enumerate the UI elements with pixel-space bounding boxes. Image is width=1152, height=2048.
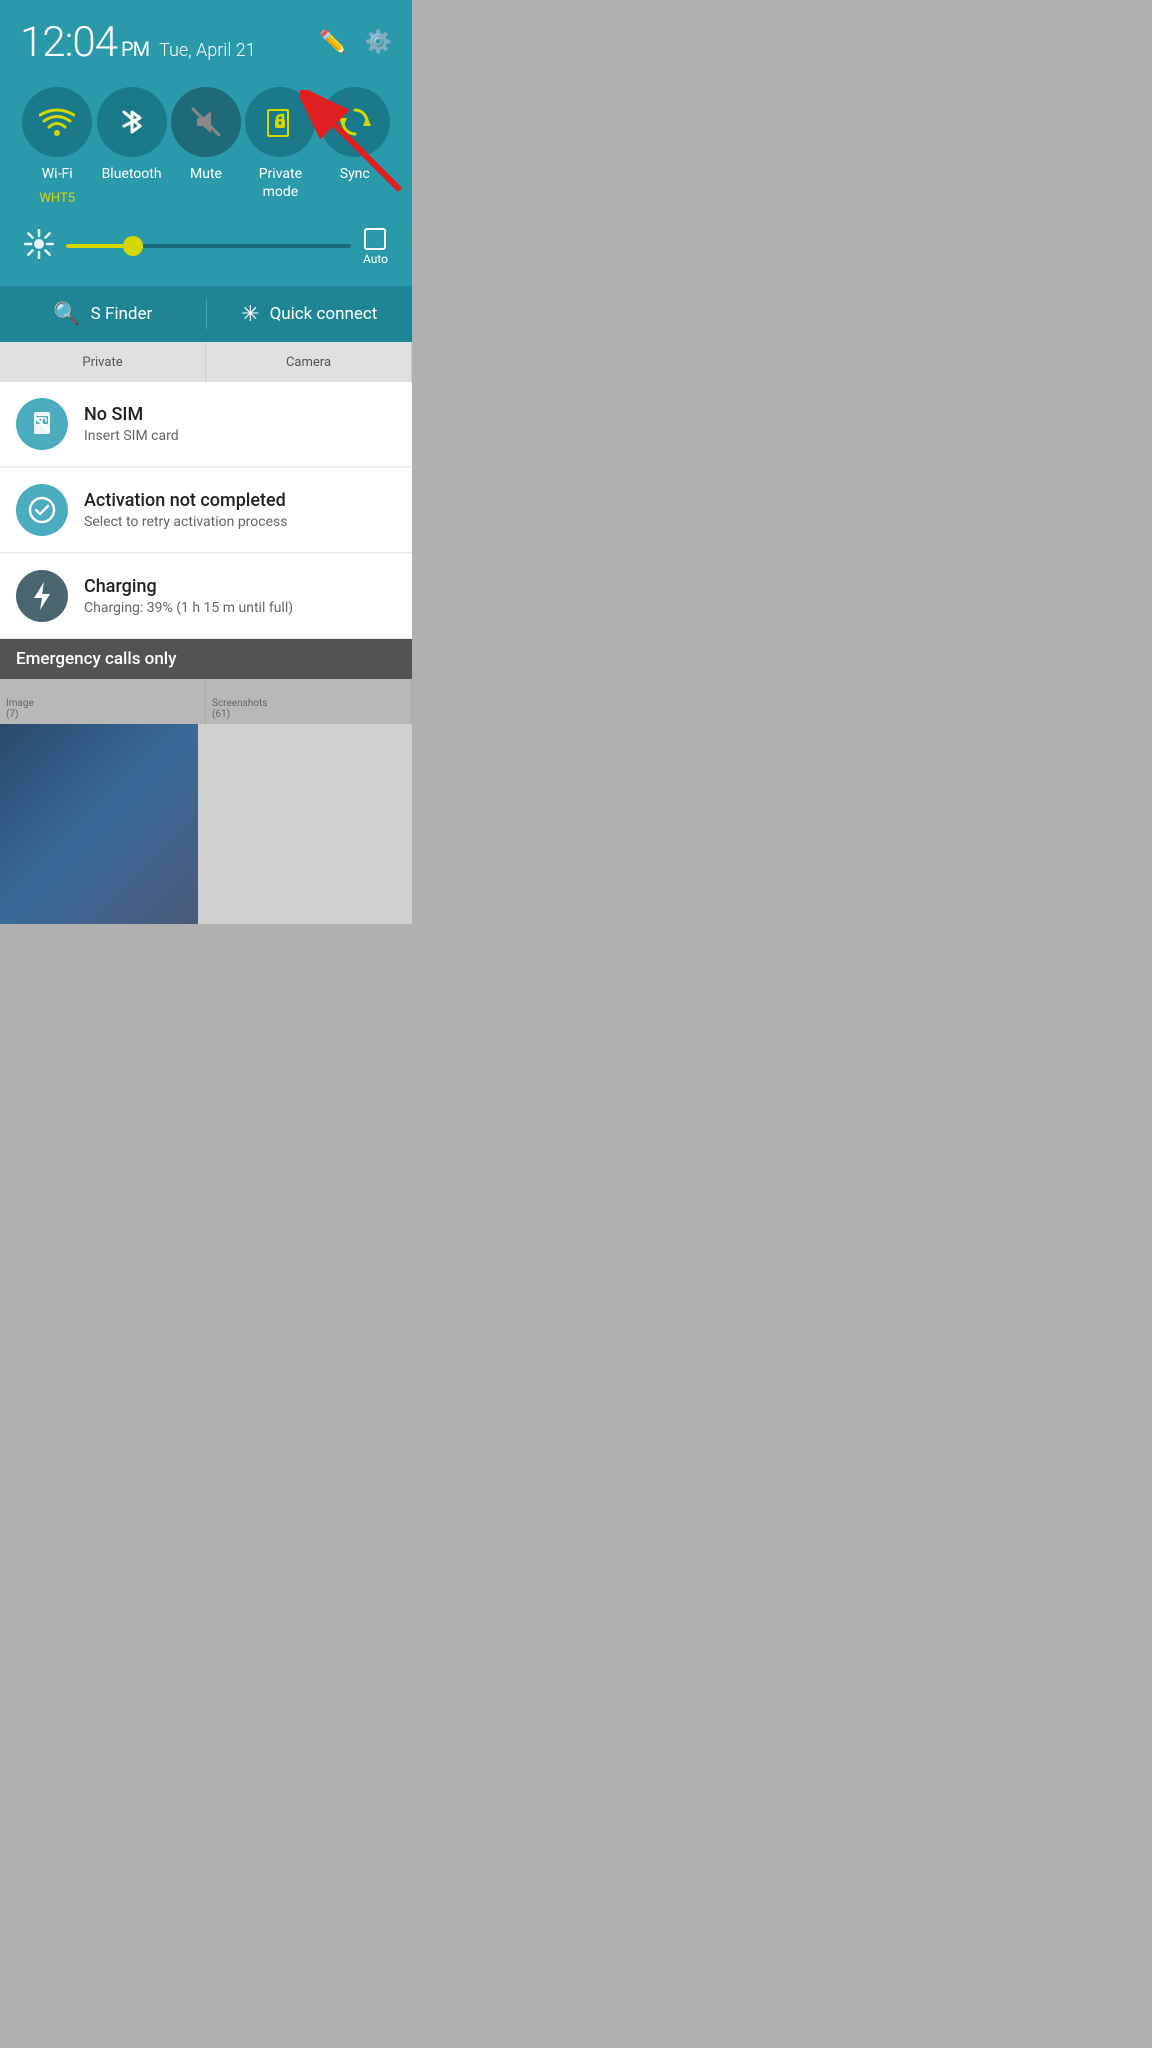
brightness-fill bbox=[66, 244, 129, 248]
gallery-thumbnail[interactable] bbox=[0, 724, 198, 924]
toggle-item-wifi: Wi-Fi WHT5 bbox=[22, 87, 92, 206]
brightness-icon bbox=[24, 229, 54, 266]
toggle-item-mute: Mute bbox=[171, 87, 241, 206]
wifi-toggle-button[interactable] bbox=[22, 87, 92, 157]
brightness-slider[interactable] bbox=[66, 244, 351, 250]
activation-text: Activation not completed Select to retry… bbox=[84, 490, 396, 530]
charging-title: Charging bbox=[84, 576, 396, 597]
quick-toggles: Wi-Fi WHT5 Bluetooth Mute bbox=[20, 87, 392, 206]
check-circle-icon bbox=[27, 495, 57, 525]
emergency-bar: Emergency calls only bbox=[0, 639, 412, 679]
activation-subtitle: Select to retry activation process bbox=[84, 514, 396, 530]
activation-title: Activation not completed bbox=[84, 490, 396, 511]
quick-connect-icon: ✳ bbox=[241, 302, 259, 327]
app-peek-row: Private Camera bbox=[0, 342, 412, 382]
quick-connect-button[interactable]: ✳ Quick connect bbox=[207, 286, 413, 342]
no-sim-title: No SIM bbox=[84, 404, 396, 425]
bluetooth-toggle-button[interactable] bbox=[97, 87, 167, 157]
wifi-network-name: WHT5 bbox=[39, 191, 75, 206]
private-mode-label: Private mode bbox=[259, 165, 302, 201]
brightness-row: Auto bbox=[20, 228, 392, 286]
status-icons: ✏️ ⚙️ bbox=[319, 30, 392, 55]
charging-notification[interactable]: Charging Charging: 39% (1 h 15 m until f… bbox=[0, 554, 412, 639]
status-bar: 12:04 PM Tue, April 21 ✏️ ⚙️ bbox=[20, 18, 392, 67]
sync-toggle-button[interactable] bbox=[320, 87, 390, 157]
gallery-peek-image[interactable]: Image (7) bbox=[0, 679, 206, 724]
bottom-area: Emergency calls only Image (7) Screensho… bbox=[0, 639, 412, 924]
toggle-item-private: Private mode bbox=[245, 87, 315, 206]
no-sim-icon-circle bbox=[16, 398, 68, 450]
sfinder-button[interactable]: 🔍 S Finder bbox=[0, 286, 206, 342]
bluetooth-label: Bluetooth bbox=[102, 165, 162, 183]
charging-text: Charging Charging: 39% (1 h 15 m until f… bbox=[84, 576, 396, 616]
sync-label: Sync bbox=[340, 165, 370, 183]
sim-card-icon bbox=[28, 410, 56, 438]
time-date: 12:04 PM Tue, April 21 bbox=[20, 18, 256, 67]
mute-toggle-button[interactable] bbox=[171, 87, 241, 157]
gallery-peek-row: Image (7) Screenshots (61) bbox=[0, 679, 412, 724]
charging-subtitle: Charging: 39% (1 h 15 m until full) bbox=[84, 600, 396, 616]
auto-brightness-label: Auto bbox=[363, 252, 388, 266]
toggle-item-bluetooth: Bluetooth bbox=[97, 87, 167, 206]
date-display: Tue, April 21 bbox=[159, 40, 256, 61]
app-peek-camera: Camera bbox=[206, 342, 412, 382]
mute-label: Mute bbox=[190, 165, 222, 183]
activation-notification[interactable]: Activation not completed Select to retry… bbox=[0, 468, 412, 553]
am-pm: PM bbox=[117, 37, 149, 61]
edit-icon[interactable]: ✏️ bbox=[319, 30, 346, 55]
quick-connect-label: Quick connect bbox=[270, 304, 378, 324]
emergency-text: Emergency calls only bbox=[16, 649, 176, 669]
notifications-area: No SIM Insert SIM card Activation not co… bbox=[0, 382, 412, 639]
no-sim-text: No SIM Insert SIM card bbox=[84, 404, 396, 444]
no-sim-notification[interactable]: No SIM Insert SIM card bbox=[0, 382, 412, 467]
clock-display: 12:04 PM bbox=[20, 18, 149, 67]
quick-settings-panel: 12:04 PM Tue, April 21 ✏️ ⚙️ bbox=[0, 0, 412, 286]
app-peek-private: Private bbox=[0, 342, 206, 382]
gallery-peek-screenshots[interactable]: Screenshots (61) bbox=[206, 679, 412, 724]
auto-brightness-button[interactable]: Auto bbox=[363, 228, 388, 266]
wifi-label: Wi-Fi bbox=[42, 165, 73, 183]
toggle-item-sync: Sync bbox=[320, 87, 390, 206]
brightness-track bbox=[66, 244, 351, 248]
auto-brightness-icon bbox=[364, 228, 386, 250]
brightness-thumb[interactable] bbox=[123, 236, 143, 256]
search-icon: 🔍 bbox=[53, 302, 80, 327]
charging-icon-circle bbox=[16, 570, 68, 622]
private-mode-toggle-button[interactable] bbox=[245, 87, 315, 157]
activation-icon-circle bbox=[16, 484, 68, 536]
finder-bar: 🔍 S Finder ✳ Quick connect bbox=[0, 286, 412, 342]
settings-icon[interactable]: ⚙️ bbox=[365, 30, 392, 55]
lightning-bolt-icon bbox=[28, 580, 56, 612]
no-sim-subtitle: Insert SIM card bbox=[84, 428, 396, 444]
sfinder-label: S Finder bbox=[91, 304, 153, 324]
